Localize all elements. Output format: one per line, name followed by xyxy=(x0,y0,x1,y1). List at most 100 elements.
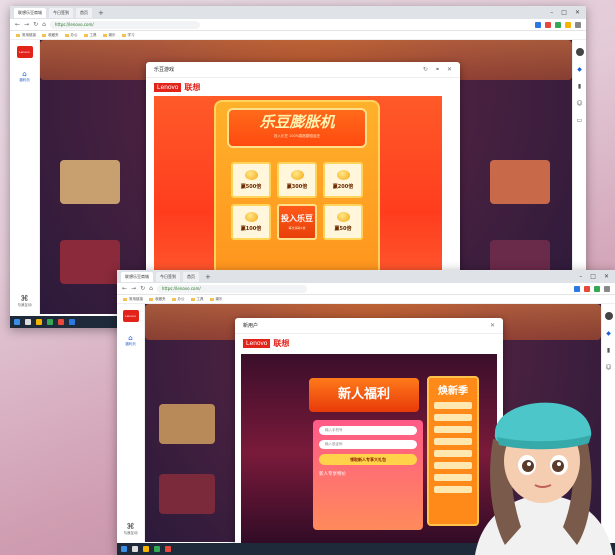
reward-grid: 赢500倍 赢300倍 赢200倍 赢100倍 投入乐豆 每次消耗1枚 赢50倍 xyxy=(216,162,378,240)
bookmark-item[interactable]: 收藏夹 xyxy=(42,33,59,38)
sidebar-bottom[interactable]: ⌘ 与我互动 xyxy=(117,522,144,536)
tab-2[interactable]: 今日签到 xyxy=(156,271,180,282)
bookmark-item[interactable]: 娱乐 xyxy=(103,33,116,38)
app-icon[interactable] xyxy=(69,319,75,325)
claim-gift-button[interactable]: 领取新人专享大礼包 xyxy=(319,454,417,465)
bell-icon[interactable]: ◆ xyxy=(606,330,611,337)
extension-icon[interactable] xyxy=(565,21,571,28)
folder-icon[interactable] xyxy=(143,546,149,552)
home-icon[interactable]: ⌂ xyxy=(149,285,153,292)
minimize-icon[interactable]: – xyxy=(550,9,553,16)
sidebar-bottom[interactable]: ⌘ 与我互动 xyxy=(10,294,39,308)
folder-icon[interactable] xyxy=(36,319,42,325)
maximize-icon[interactable]: □ xyxy=(561,9,567,16)
extension-icon[interactable] xyxy=(535,21,541,28)
tab-3[interactable]: 首页 xyxy=(183,271,199,282)
bookmark-icon[interactable]: ▮ xyxy=(578,83,581,90)
insert-sub: 每次消耗1枚 xyxy=(288,226,306,230)
refresh-icon[interactable]: ↻ xyxy=(140,285,145,292)
search-icon[interactable] xyxy=(25,319,31,325)
bookmark-icon[interactable]: ▮ xyxy=(607,347,610,354)
tab-2[interactable]: 今日签到 xyxy=(49,7,73,18)
app-icon[interactable] xyxy=(58,319,64,325)
insert-bean-button[interactable]: 投入乐豆 每次消耗1枚 xyxy=(277,204,317,240)
new-user-promo: 新人福利 焕新季 输入手机号 输入验证码 领取新人专享大礼包 新人专享特价 xyxy=(241,354,497,552)
bookmark-item[interactable]: 常用链接 xyxy=(123,297,143,302)
url-input[interactable]: https://lenovo.com/ xyxy=(49,20,200,29)
reward-label: 赢200倍 xyxy=(332,184,354,190)
reward-slot[interactable]: 赢50倍 xyxy=(323,204,363,240)
back-icon[interactable]: ← xyxy=(122,285,127,292)
home-icon[interactable]: ⌂ xyxy=(42,21,46,28)
address-bar: ← → ↻ ⌂ https://lenovo.com/ xyxy=(10,19,586,31)
extension-icon[interactable] xyxy=(545,21,551,28)
extension-icon[interactable] xyxy=(574,285,580,292)
bookmark-item[interactable]: 办公 xyxy=(65,33,78,38)
bookmark-item[interactable]: 学习 xyxy=(122,33,135,38)
avatar[interactable] xyxy=(604,312,613,320)
lenovo-logo[interactable]: Lenovo xyxy=(122,310,139,322)
close-icon[interactable]: ✕ xyxy=(604,273,609,280)
reward-label: 赢100倍 xyxy=(240,226,262,232)
sidebar-item-welfare[interactable]: ⌂ 福利页 xyxy=(121,334,141,347)
chat-icon: ⌘ xyxy=(126,522,135,531)
reward-slot[interactable]: 赢500倍 xyxy=(231,162,271,198)
bookmark-item[interactable]: 办公 xyxy=(172,297,185,302)
refresh-icon[interactable]: ↻ xyxy=(33,21,38,28)
bookmark-item[interactable]: 常用链接 xyxy=(16,33,36,38)
new-user-dialog[interactable]: 新用户 ✕ Lenovo 联想 新人福利 焕新季 输入手机号 输入验证码 领取新… xyxy=(235,318,503,555)
close-icon[interactable]: ✕ xyxy=(490,322,495,329)
reward-slot[interactable]: 赢300倍 xyxy=(277,162,317,198)
url-input[interactable]: https://lenovo.com/ xyxy=(156,284,307,293)
reward-label: 赢50倍 xyxy=(334,226,352,232)
user-icon[interactable]: ☺ xyxy=(605,364,611,371)
machine-subtitle: 投入乐豆 100%膨胀翻倍返还 xyxy=(273,134,321,138)
bookmark-item[interactable]: 工具 xyxy=(191,297,204,302)
bookmark-item[interactable]: 工具 xyxy=(84,33,97,38)
back-icon[interactable]: ← xyxy=(15,21,20,28)
minimize-icon[interactable]: – xyxy=(579,273,582,280)
sidebar-item-welfare[interactable]: ⌂ 福利页 xyxy=(15,70,35,83)
reward-slot[interactable]: 赢200倍 xyxy=(323,162,363,198)
reward-slot[interactable]: 赢100倍 xyxy=(231,204,271,240)
maximize-icon[interactable]: □ xyxy=(590,273,596,280)
link-icon[interactable]: ⚭ xyxy=(435,66,440,73)
code-field[interactable]: 输入验证码 xyxy=(319,440,417,449)
tab-bar: 联想乐豆商城 今日签到 首页 + – □ ✕ xyxy=(117,270,615,283)
dialog-header: 新用户 ✕ xyxy=(235,318,503,334)
refresh-icon[interactable]: ↻ xyxy=(423,66,428,73)
menu-icon[interactable] xyxy=(575,21,581,28)
start-icon[interactable] xyxy=(14,319,20,325)
coin-icon xyxy=(244,170,258,180)
tab-1[interactable]: 联想乐豆商城 xyxy=(14,7,46,18)
extension-icon[interactable] xyxy=(584,285,590,292)
menu-icon[interactable] xyxy=(604,285,610,292)
extension-icon[interactable] xyxy=(555,21,561,28)
new-tab-button[interactable]: + xyxy=(95,9,107,17)
bookmark-item[interactable]: 收藏夹 xyxy=(149,297,166,302)
message-icon[interactable]: ▭ xyxy=(577,117,583,124)
start-icon[interactable] xyxy=(121,546,127,552)
decor-card xyxy=(159,474,215,514)
home-icon: ⌂ xyxy=(22,70,27,78)
browser-icon[interactable] xyxy=(154,546,160,552)
forward-icon[interactable]: → xyxy=(131,285,136,292)
close-icon[interactable]: ✕ xyxy=(575,9,580,16)
browser-icon[interactable] xyxy=(47,319,53,325)
tab-3[interactable]: 首页 xyxy=(76,7,92,18)
tab-1[interactable]: 联想乐豆商城 xyxy=(121,271,153,282)
phone-field[interactable]: 输入手机号 xyxy=(319,426,417,435)
close-icon[interactable]: ✕ xyxy=(447,66,452,73)
new-tab-button[interactable]: + xyxy=(202,273,214,281)
search-icon[interactable] xyxy=(132,546,138,552)
machine-title: 乐豆膨胀机 xyxy=(259,113,335,131)
bell-icon[interactable]: ◆ xyxy=(577,66,582,73)
lenovo-logo[interactable]: Lenovo xyxy=(16,46,33,58)
user-icon[interactable]: ☺ xyxy=(576,100,582,107)
forward-icon[interactable]: → xyxy=(24,21,29,28)
extension-icon[interactable] xyxy=(594,285,600,292)
bookmark-item[interactable]: 娱乐 xyxy=(210,297,223,302)
app-icon[interactable] xyxy=(165,546,171,552)
avatar[interactable] xyxy=(575,48,584,56)
sidebar-item-label: 福利页 xyxy=(19,78,30,82)
